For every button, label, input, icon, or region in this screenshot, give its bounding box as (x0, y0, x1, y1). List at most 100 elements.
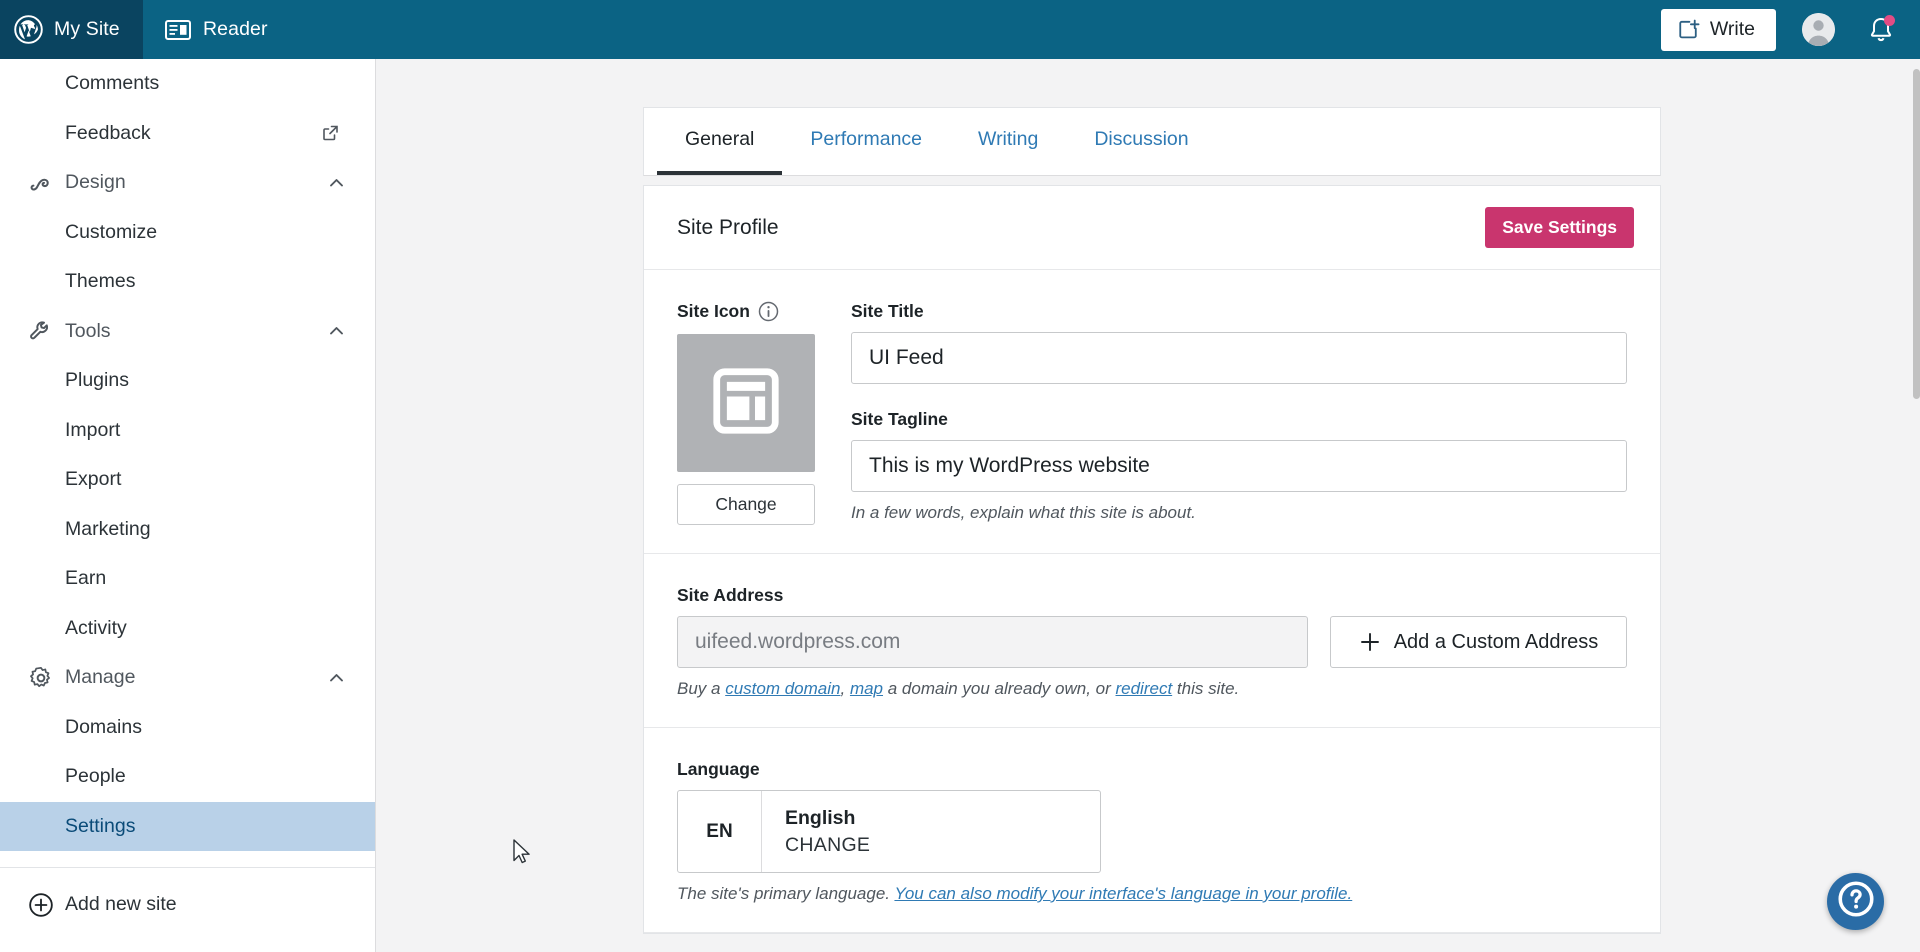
site-address-input (677, 616, 1308, 668)
sidebar-item-label: Activity (65, 616, 127, 639)
wordpress-logo-icon (14, 15, 43, 44)
mouse-cursor (513, 839, 531, 866)
help-question-icon (1835, 878, 1877, 925)
info-circle-icon[interactable] (758, 301, 779, 322)
notification-badge-dot (1884, 14, 1895, 26)
language-label: Language (677, 759, 760, 779)
reader-icon (165, 19, 191, 41)
wrench-icon (26, 317, 55, 346)
language-help: The site's primary language. You can als… (677, 884, 1627, 904)
write-label: Write (1709, 18, 1755, 40)
site-tagline-label: Site Tagline (851, 409, 948, 429)
write-plus-icon (1677, 18, 1700, 41)
sidebar-item-label: Plugins (65, 369, 129, 392)
sidebar-item-manage[interactable]: Manage (0, 653, 375, 703)
sidebar-item-label: Design (65, 171, 126, 194)
language-help-prefix: The site's primary language. (677, 884, 895, 903)
page-scrollbar[interactable] (1913, 59, 1920, 952)
custom-domain-link[interactable]: custom domain (725, 679, 840, 698)
site-profile-card: Site Profile Save Settings Site Icon Cha… (643, 185, 1661, 934)
language-name: English (785, 806, 856, 829)
tab-discussion[interactable]: Discussion (1066, 108, 1216, 175)
site-fields-column: Site Title Site Tagline In a few words, … (851, 301, 1627, 525)
tab-label: Writing (978, 128, 1039, 150)
site-address-field-wrap (677, 616, 1308, 668)
language-code: EN (678, 791, 762, 872)
sidebar-item-settings[interactable]: Settings (0, 801, 375, 851)
plus-icon (1359, 631, 1381, 653)
site-title-label: Site Title (851, 301, 924, 321)
chevron-up-icon[interactable] (328, 174, 345, 191)
redirect-link[interactable]: redirect (1115, 679, 1172, 698)
card-header: Site Profile Save Settings (644, 186, 1660, 270)
sidebar-item-label: Feedback (65, 121, 151, 144)
sidebar-item-themes[interactable]: Themes (0, 257, 375, 307)
site-address-label: Site Address (677, 585, 784, 605)
plus-circle-icon (26, 890, 55, 919)
language-profile-link[interactable]: You can also modify your interface's lan… (894, 884, 1352, 903)
site-tagline-help: In a few words, explain what this site i… (851, 503, 1196, 522)
sidebar-item-plugins[interactable]: Plugins (0, 356, 375, 406)
sidebar-item-activity[interactable]: Activity (0, 604, 375, 654)
site-icon-label-row: Site Icon (677, 301, 815, 322)
language-selector[interactable]: EN English CHANGE (677, 790, 1101, 873)
site-tagline-input[interactable] (851, 440, 1627, 492)
site-title-input[interactable] (851, 332, 1627, 384)
sidebar-item-comments[interactable]: Comments (0, 59, 375, 109)
sidebar-item-label: Comments (65, 72, 160, 95)
help-button[interactable] (1827, 873, 1884, 930)
tab-label: General (685, 128, 755, 150)
main-content: General Performance Writing Discussion S… (376, 59, 1920, 952)
sidebar-item-label: Import (65, 418, 121, 441)
sidebar-item-label: Export (65, 468, 122, 491)
sidebar-item-label: Marketing (65, 517, 151, 540)
sidebar-nav-list: Comments Feedback Design Customize Themes Too… (0, 59, 375, 851)
sidebar-item-label: People (65, 765, 126, 788)
sidebar-item-domains[interactable]: Domains (0, 703, 375, 753)
add-custom-address-button[interactable]: Add a Custom Address (1330, 616, 1627, 668)
change-site-icon-button[interactable]: Change (677, 484, 815, 525)
site-profile-section: Site Icon Change Site Title UI Feed Site… (644, 270, 1660, 554)
sidebar-item-label: Add new site (65, 893, 177, 916)
sidebar-item-add-new-site[interactable]: Add new site (0, 880, 375, 930)
site-address-section: Site Address Add a Custom Address Buy a … (644, 554, 1660, 728)
masthead-my-site[interactable]: My Site (0, 0, 143, 59)
settings-panel: General Performance Writing Discussion S… (643, 59, 1661, 934)
tab-writing[interactable]: Writing (950, 108, 1066, 175)
settings-tabbar: General Performance Writing Discussion (643, 107, 1661, 176)
page-title: Site Profile (677, 215, 779, 239)
site-icon-preview[interactable] (677, 334, 815, 472)
design-brush-icon (26, 168, 55, 197)
language-change-link[interactable]: CHANGE (785, 834, 870, 857)
sidebar-item-earn[interactable]: Earn (0, 554, 375, 604)
tab-performance[interactable]: Performance (782, 108, 950, 175)
sidebar-item-customize[interactable]: Customize (0, 208, 375, 258)
avatar[interactable] (1802, 13, 1835, 46)
save-settings-button[interactable]: Save Settings (1485, 207, 1634, 248)
sidebar-item-export[interactable]: Export (0, 455, 375, 505)
map-domain-link[interactable]: map (850, 679, 883, 698)
help-mid1: , (840, 679, 850, 698)
sidebar-item-people[interactable]: People (0, 752, 375, 802)
sidebar-item-label: Settings (65, 814, 136, 837)
chevron-up-icon[interactable] (328, 669, 345, 686)
sidebar-divider (0, 867, 375, 868)
write-button[interactable]: Write (1660, 8, 1776, 51)
scrollbar-thumb[interactable] (1913, 69, 1920, 399)
masthead-reader[interactable]: Reader (143, 0, 288, 59)
sidebar-item-feedback[interactable]: Feedback (0, 109, 375, 159)
sidebar-item-label: Tools (65, 319, 111, 342)
gear-icon (26, 663, 55, 692)
chevron-up-icon[interactable] (328, 323, 345, 340)
sidebar-item-label: Themes (65, 270, 136, 293)
tab-general[interactable]: General (657, 108, 783, 175)
external-link-icon (322, 125, 339, 142)
sidebar-item-marketing[interactable]: Marketing (0, 505, 375, 555)
sidebar-item-design[interactable]: Design (0, 158, 375, 208)
site-layout-placeholder-icon (710, 365, 782, 442)
sidebar-item-import[interactable]: Import (0, 406, 375, 456)
sidebar-item-tools[interactable]: Tools (0, 307, 375, 357)
my-site-label: My Site (54, 18, 120, 40)
notifications-bell-icon[interactable] (1866, 14, 1896, 45)
sidebar: Comments Feedback Design Customize Themes Too… (0, 59, 376, 952)
